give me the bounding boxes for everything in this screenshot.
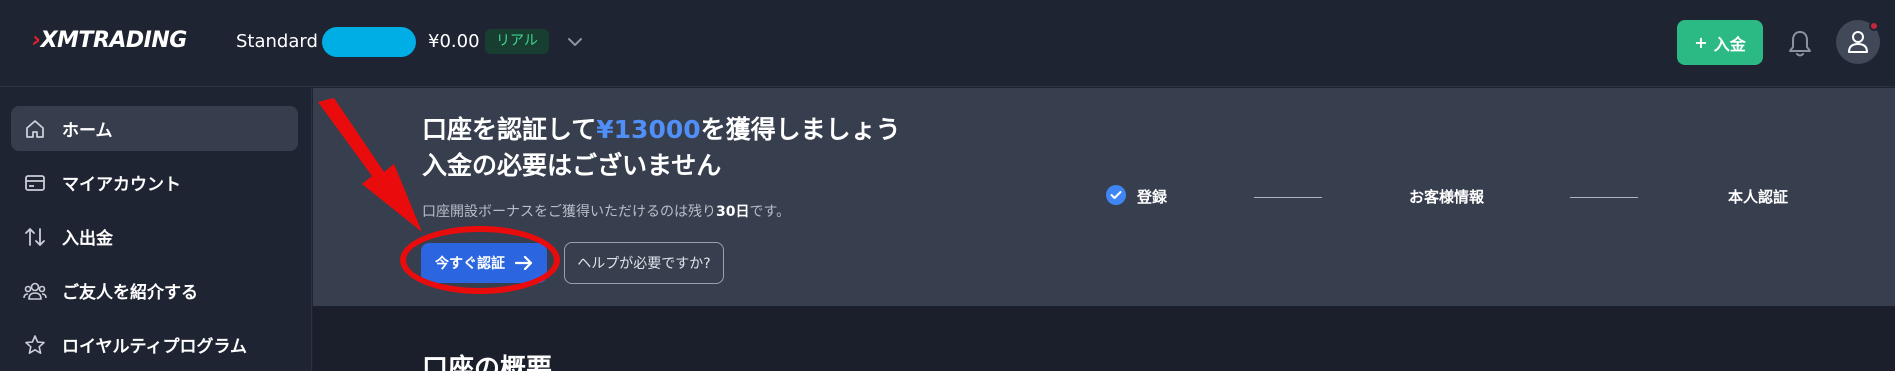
step-registration: 登録 [1137,188,1168,206]
sidebar-item-label: マイアカウント [62,175,181,195]
deposit-button-label: 入金 [1713,34,1746,54]
home-icon [22,116,48,142]
bonus-amount: ¥13000 [596,115,701,144]
notification-bell-icon[interactable] [1787,28,1813,58]
sidebar-item-label: ロイヤルティプログラム [62,337,247,357]
user-avatar[interactable] [1836,20,1880,64]
account-switcher-chevron-down-icon[interactable] [562,29,588,55]
card-icon [22,170,48,196]
sidebar-item-my-account[interactable]: マイアカウント [11,160,298,205]
account-number-redaction [322,27,416,57]
account-overview-title: 口座の概要 [422,354,553,371]
sidebar-item-deposit-withdraw[interactable]: 入出金 [11,214,298,259]
sidebar-item-loyalty-program[interactable]: ロイヤルティプログラム [11,322,298,367]
sidebar-item-home[interactable]: ホーム [11,106,298,151]
title-suffix: を獲得しましょう [700,115,901,144]
account-type: Standard [236,31,318,52]
sidebar-item-label: 入出金 [62,229,113,249]
account-balance: ¥0.00 [428,31,480,52]
banner-title-line1: 口座を認証して¥13000を獲得しましょう [422,115,901,144]
banner-title: 口座を認証して¥13000を獲得しましょう 入金の必要はございません [422,112,901,184]
annotation-arrow-icon [318,98,422,232]
user-icon [1848,31,1868,53]
xm-logo[interactable]: ›XMTRADING [32,28,187,53]
star-icon [22,332,48,358]
users-icon [22,278,48,304]
step-check-icon [1106,185,1126,205]
sidebar-item-label: ホーム [62,121,113,141]
transfer-arrows-icon [22,224,48,250]
help-button[interactable]: ヘルプが必要ですか? [564,242,724,284]
bonus-deadline-text: 口座開設ボーナスをご獲得いただけるのは残り30日です。 [422,201,790,221]
notification-dot [1869,21,1879,31]
plus-icon: + [1694,33,1708,52]
remaining-days: 30日 [716,204,750,220]
banner-title-line2: 入金の必要はございません [422,151,722,180]
sidebar-item-refer-friends[interactable]: ご友人を紹介する [11,268,298,313]
deposit-button[interactable]: + 入金 [1677,20,1763,65]
step-connector [1254,197,1322,198]
step-identity-verification: 本人認証 [1728,188,1789,206]
step-connector [1570,197,1638,198]
account-real-badge: リアル [485,29,549,54]
subtitle-suffix: です。 [749,204,791,220]
sidebar-item-label: ご友人を紹介する [62,283,198,303]
logo-mark: › [32,28,41,53]
step-customer-info: お客様情報 [1409,188,1485,206]
sidebar: ホーム マイアカウント 入出金 ご友人を紹介する ロイヤルティプログラム [0,88,312,371]
subtitle-prefix: 口座開設ボーナスをご獲得いただけるのは残り [422,204,716,220]
title-prefix: 口座を認証して [422,115,597,144]
top-bar: ›XMTRADING Standard ¥0.00 リアル + 入金 [0,0,1895,87]
logo-text: XMTRADING [40,28,188,53]
